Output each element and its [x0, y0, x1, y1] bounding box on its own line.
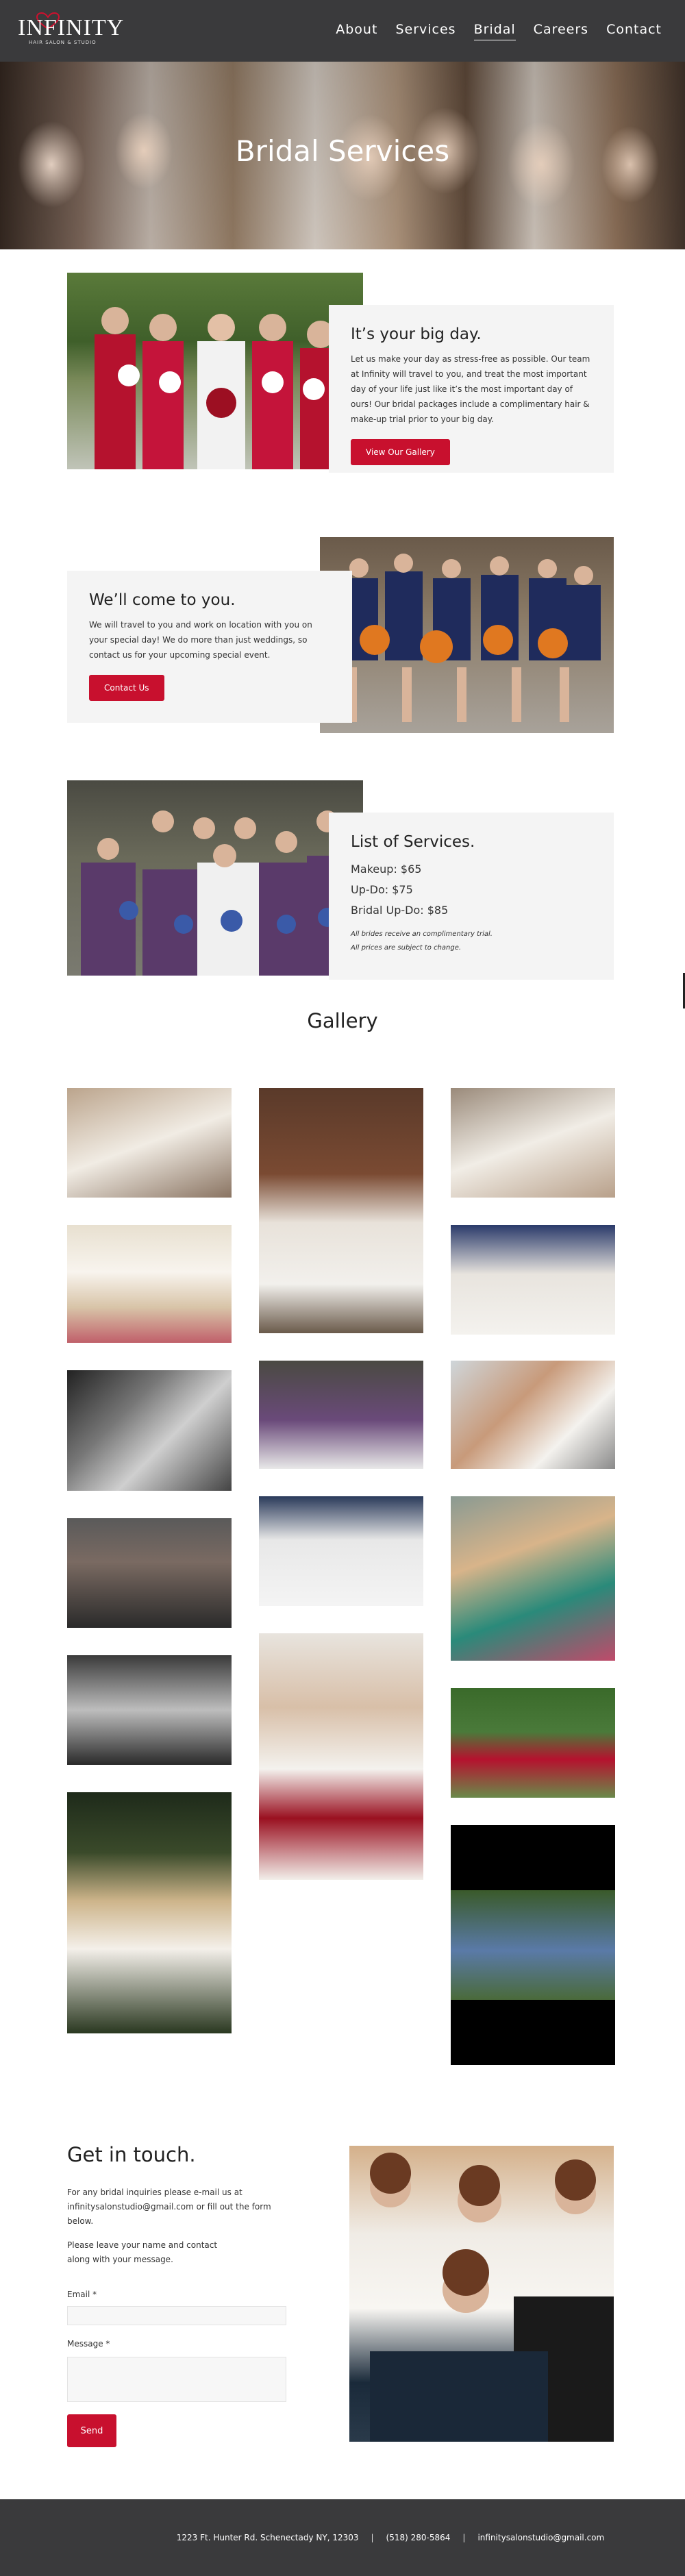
nav-services[interactable]: Services [395, 22, 456, 40]
gallery-photo[interactable] [451, 1361, 615, 1469]
gallery-photo-inner [451, 1890, 615, 2000]
big-day-title: It’s your big day. [351, 325, 482, 343]
footer-separator: | [371, 2533, 374, 2542]
gallery-photo[interactable] [67, 1225, 232, 1343]
come-to-you-title: We’ll come to you. [89, 591, 236, 609]
hero-banner: Bridal Services [0, 62, 685, 249]
gallery-photo[interactable] [259, 1361, 423, 1469]
big-day-text: Let us make your day as stress-free as p… [351, 354, 590, 424]
gallery-photo[interactable] [451, 1088, 615, 1198]
footer-phone[interactable]: (518) 280-5864 [386, 2533, 451, 2542]
gallery-title: Gallery [307, 1009, 378, 1032]
makeup-session-photo [349, 2146, 614, 2442]
email-label: Email * [67, 2290, 97, 2299]
gallery-photo[interactable] [67, 1655, 232, 1765]
gallery-photo[interactable] [67, 1792, 232, 2033]
hero-title: Bridal Services [235, 134, 450, 168]
big-day-card: It’s your big day. Let us make your day … [329, 305, 614, 473]
gallery-photo[interactable] [451, 1225, 615, 1335]
nav-about[interactable]: About [336, 22, 377, 40]
nav-contact[interactable]: Contact [606, 22, 662, 40]
contact-us-button[interactable]: Contact Us [89, 675, 164, 701]
gallery-photo[interactable] [259, 1496, 423, 1606]
gallery-photo[interactable] [451, 1825, 615, 2065]
come-to-you-text: We will travel to you and work on locati… [89, 620, 312, 660]
view-gallery-button[interactable]: View Our Gallery [351, 439, 450, 465]
footer-separator: | [462, 2533, 466, 2542]
gallery-photo[interactable] [259, 1633, 423, 1880]
gallery-photo[interactable] [67, 1518, 232, 1628]
message-label: Message * [67, 2339, 110, 2349]
send-button[interactable]: Send [67, 2414, 116, 2447]
gallery-photo[interactable] [259, 1088, 423, 1333]
logo-text: INFINITY [18, 15, 125, 40]
services-note-trial: All brides receive an complimentary tria… [351, 930, 493, 938]
salon-logo[interactable]: INFINITY HAIR SALON & STUDIO [18, 12, 123, 49]
cheerleaders-photo [320, 537, 614, 733]
service-bridal-updo: Bridal Up-Do: $85 [351, 904, 449, 917]
gallery-photo[interactable] [67, 1370, 232, 1491]
contact-text-instructions: Please leave your name and contact along… [67, 2240, 218, 2264]
gallery-photo[interactable] [451, 1496, 615, 1661]
top-nav: INFINITY HAIR SALON & STUDIO About Servi… [0, 0, 685, 62]
message-field[interactable] [67, 2357, 286, 2402]
gallery-photo[interactable] [451, 1688, 615, 1798]
come-to-you-card: We’ll come to you. We will travel to you… [67, 571, 352, 723]
services-note-prices: All prices are subject to change. [351, 944, 462, 952]
bridesmaids-red-photo [67, 273, 363, 469]
contact-title: Get in touch. [67, 2143, 196, 2166]
services-title: List of Services. [351, 833, 475, 851]
footer: 1223 Ft. Hunter Rd. Schenectady NY, 1230… [0, 2499, 685, 2576]
main-menu: About Services Bridal Careers Contact [336, 22, 662, 40]
logo-subtext: HAIR SALON & STUDIO [29, 40, 97, 45]
nav-careers[interactable]: Careers [534, 22, 588, 40]
service-makeup: Makeup: $65 [351, 863, 422, 876]
services-card: List of Services. Makeup: $65 Up-Do: $75… [329, 813, 614, 980]
footer-address: 1223 Ft. Hunter Rd. Schenectady NY, 1230… [176, 2533, 359, 2542]
service-updo: Up-Do: $75 [351, 883, 413, 896]
contact-text-inquiries: For any bridal inquiries please e-mail u… [67, 2188, 271, 2226]
bridal-party-purple-photo [67, 780, 363, 976]
footer-email[interactable]: infinitysalonstudio@gmail.com [477, 2533, 604, 2542]
email-field[interactable] [67, 2306, 286, 2325]
contact-text: For any bridal inquiries please e-mail u… [67, 2185, 293, 2267]
gallery-photo[interactable] [67, 1088, 232, 1198]
nav-bridal[interactable]: Bridal [473, 22, 516, 40]
